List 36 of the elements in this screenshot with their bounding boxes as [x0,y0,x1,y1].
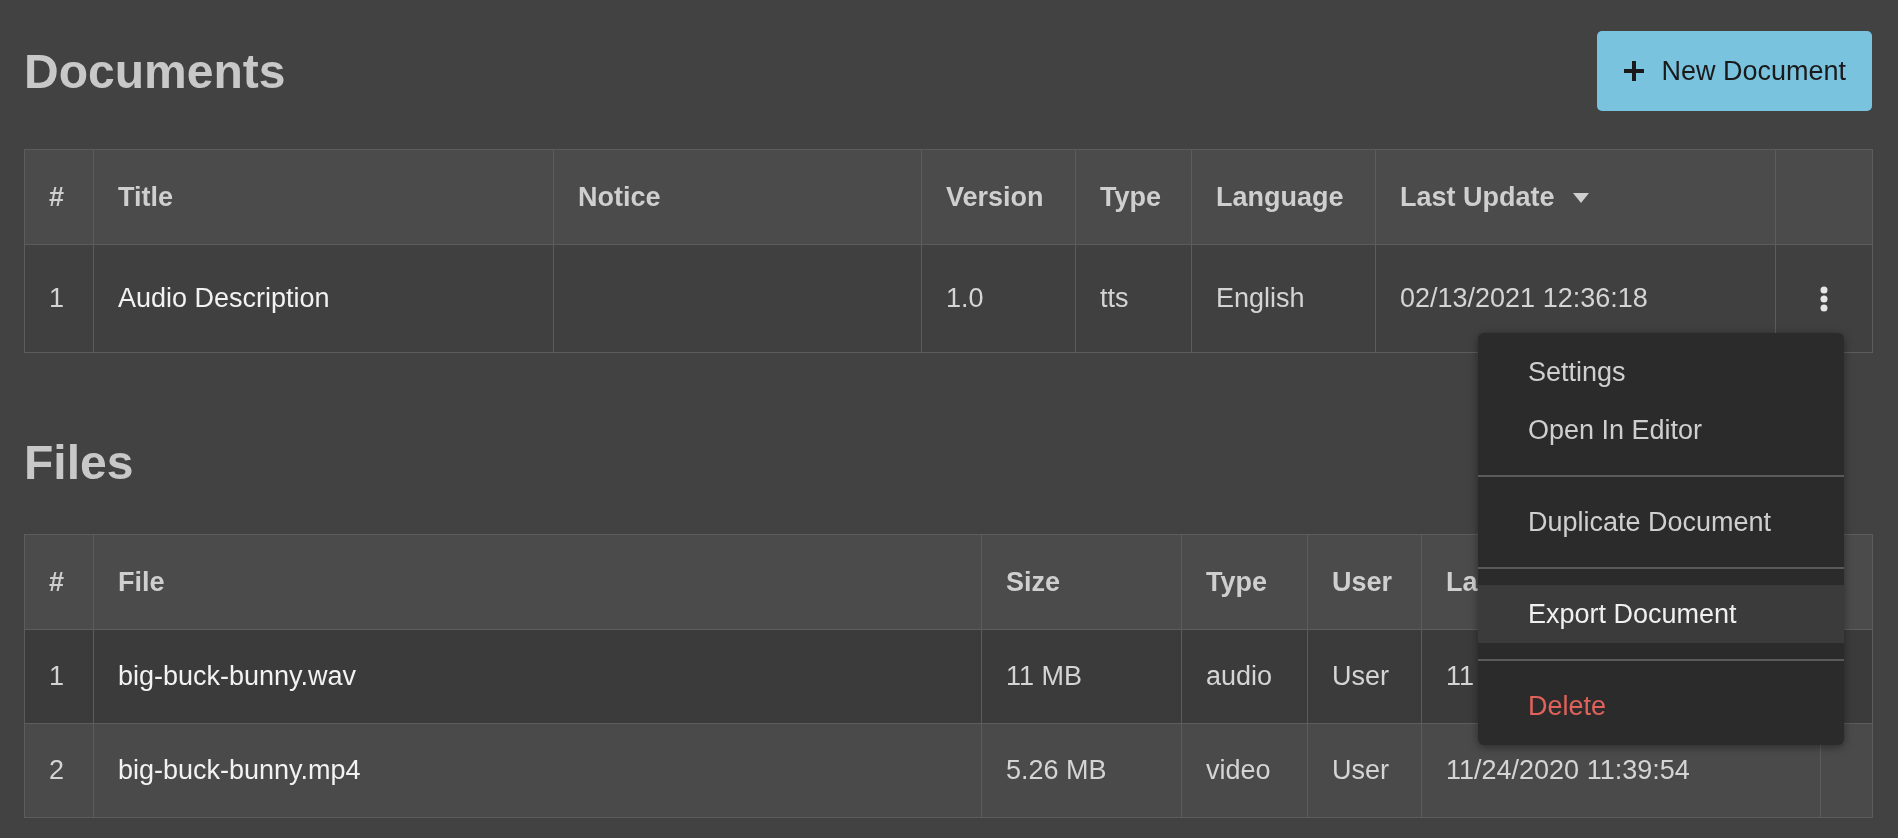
column-header[interactable]: User [1307,534,1422,630]
table-cell: English [1191,244,1376,353]
column-header[interactable]: Language [1191,149,1376,245]
table-cell: Audio Description [93,244,554,353]
column-header[interactable]: # [24,149,94,245]
table-cell: 2 [24,723,94,818]
menu-item[interactable]: Export Document [1478,585,1844,643]
table-cell: 5.26 MB [981,723,1182,818]
table-cell: 1 [24,244,94,353]
column-header[interactable]: Title [93,149,554,245]
table-cell: video [1181,723,1308,818]
table-cell: audio [1181,629,1308,724]
more-options-icon[interactable] [1820,285,1828,312]
column-header[interactable]: Type [1181,534,1308,630]
section-heading: Documents [24,43,286,99]
table-cell: User [1307,723,1422,818]
table-cell: 11 MB [981,629,1182,724]
column-header[interactable]: Type [1075,149,1192,245]
table-cell: User [1307,629,1422,724]
column-header[interactable]: File [93,534,982,630]
new-document-button[interactable]: New Document [1597,31,1872,111]
plus-icon [1623,60,1646,82]
table-cell: 1 [24,629,94,724]
table-cell: big-buck-bunny.mp4 [93,723,982,818]
column-header[interactable]: Version [921,149,1076,245]
section-heading: Files [24,435,134,490]
table-cell: big-buck-bunny.wav [93,629,982,724]
column-header[interactable]: Size [981,534,1182,630]
column-header[interactable]: Last Update [1375,149,1776,245]
column-header[interactable]: # [24,534,94,630]
menu-item[interactable]: Open In Editor [1478,401,1844,459]
table-cell: 1.0 [921,244,1076,353]
table-cell: tts [1075,244,1192,353]
menu-item[interactable]: Duplicate Document [1478,493,1844,551]
sort-caret-icon [1572,193,1589,204]
column-header[interactable]: Notice [553,149,922,245]
